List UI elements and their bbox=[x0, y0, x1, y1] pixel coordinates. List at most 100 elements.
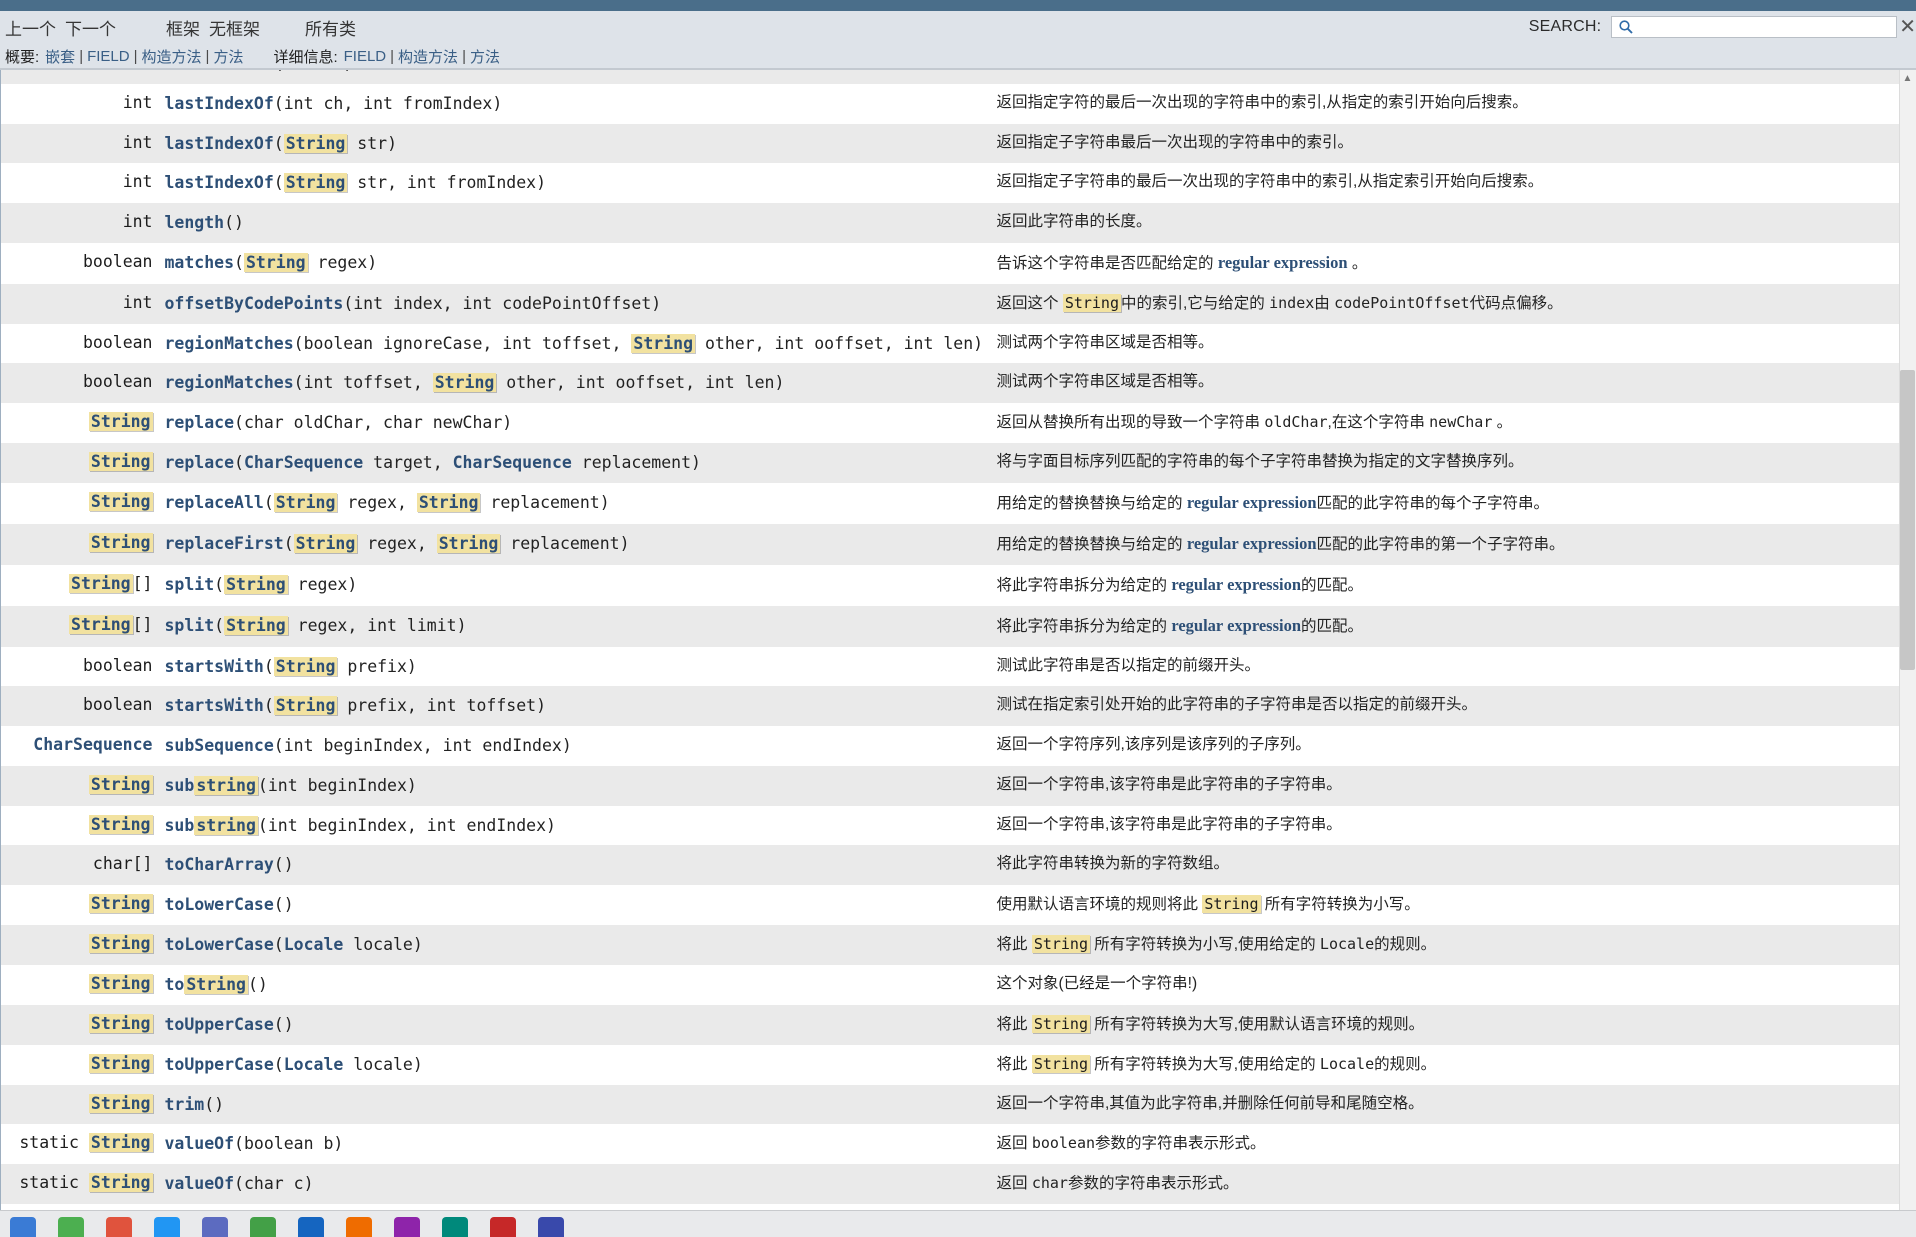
method-signature[interactable]: subSequence(int beginIndex, int endIndex… bbox=[158, 726, 991, 766]
method-signature[interactable]: offsetByCodePoints(int index, int codePo… bbox=[158, 283, 991, 324]
summary-item-constructor[interactable]: 构造方法 bbox=[142, 46, 202, 67]
type-text: boolean bbox=[82, 332, 153, 352]
summary-item-field[interactable]: FIELD bbox=[87, 48, 130, 65]
summary-label: 概要: bbox=[5, 48, 40, 66]
method-summary-viewport: intlastIndexOf(int ch)返回指定字符的最后一次出现的字符串中… bbox=[0, 69, 1916, 1237]
highlighted-type: String bbox=[88, 774, 153, 794]
taskbar-app-icon[interactable] bbox=[250, 1216, 276, 1237]
method-return-type: int bbox=[0, 163, 159, 204]
method-description: 返回指定子字符串最后一次出现的字符串中的索引。 bbox=[990, 123, 1900, 164]
method-description: 将此 String 所有字符转换为大写,使用给定的 Locale的规则。 bbox=[990, 1044, 1900, 1085]
method-signature[interactable]: lastIndexOf(String str, int fromIndex) bbox=[158, 163, 991, 204]
nav-next-link[interactable]: 下一个 bbox=[65, 15, 116, 40]
sig-text: locale) bbox=[343, 935, 423, 955]
taskbar-app-icon[interactable] bbox=[490, 1216, 516, 1237]
detail-item-constructor[interactable]: 构造方法 bbox=[398, 46, 458, 67]
taskbar-app-icon[interactable] bbox=[538, 1216, 564, 1237]
method-signature[interactable]: toLowerCase() bbox=[158, 885, 991, 926]
doc-link[interactable]: regular expression bbox=[1171, 616, 1301, 635]
method-signature[interactable]: startsWith(String prefix) bbox=[158, 646, 991, 687]
method-signature[interactable]: valueOf(char c) bbox=[158, 1164, 991, 1205]
taskbar-app-icon[interactable] bbox=[58, 1216, 84, 1237]
sig-text: locale) bbox=[343, 1054, 423, 1074]
method-signature[interactable]: lastIndexOf(String str) bbox=[158, 123, 991, 164]
navbar-secondary-row: 概要: 嵌套 | FIELD | 构造方法 | 方法 详细信息: FIELD |… bbox=[0, 44, 1916, 69]
inline-code: codePointOffset bbox=[1334, 293, 1470, 312]
taskbar-app-icon[interactable] bbox=[298, 1216, 324, 1237]
method-description: 测试两个字符串区域是否相等。 bbox=[990, 363, 1900, 404]
desc-text: 所有字符转换为小写。 bbox=[1260, 896, 1420, 914]
scrollbar-thumb[interactable] bbox=[1900, 370, 1915, 670]
sig-text: ( bbox=[214, 615, 225, 635]
sig-text: () bbox=[224, 213, 244, 233]
taskbar-app-icon[interactable] bbox=[106, 1216, 132, 1237]
taskbar-app-icon[interactable] bbox=[394, 1216, 420, 1237]
method-signature[interactable]: to String() bbox=[158, 965, 991, 1005]
highlighted-type: String bbox=[88, 1093, 153, 1113]
nav-allclasses-link[interactable]: 所有类 bbox=[305, 15, 356, 40]
sig-text: (char oldChar, char newChar) bbox=[234, 413, 513, 433]
method-signature[interactable]: regionMatches(boolean ignoreCase, int to… bbox=[158, 323, 991, 364]
search-input[interactable] bbox=[1634, 18, 1875, 36]
method-signature[interactable]: regionMatches(int toffset, String other,… bbox=[158, 363, 991, 404]
detail-item-method[interactable]: 方法 bbox=[470, 46, 500, 67]
method-signature[interactable]: replace(CharSequence target, CharSequenc… bbox=[158, 443, 991, 483]
table-row: String[] split(String regex) 将此字符串拆分为给定的 r… bbox=[0, 564, 1900, 606]
summary-item-nested[interactable]: 嵌套 bbox=[45, 46, 75, 67]
method-signature[interactable]: valueOf(boolean b) bbox=[158, 1124, 991, 1165]
nav-frames-link[interactable]: 框架 bbox=[166, 15, 200, 40]
detail-label: 详细信息: bbox=[273, 48, 338, 66]
method-signature[interactable]: lastIndexOf(int ch) bbox=[158, 70, 991, 84]
method-signature[interactable]: sub string (int beginIndex, int endIndex) bbox=[158, 805, 991, 846]
method-signature[interactable]: split(String regex) bbox=[158, 564, 991, 606]
sig-text: ( bbox=[283, 533, 294, 553]
highlighted-term: String bbox=[1031, 1054, 1090, 1073]
method-signature[interactable]: toCharArray() bbox=[158, 845, 991, 886]
method-name: lastIndexOf bbox=[164, 173, 274, 193]
method-signature[interactable]: replaceFirst(String regex, String replac… bbox=[158, 523, 991, 565]
desc-text: 将此 bbox=[996, 1055, 1032, 1073]
method-description: 这个对象(已经是一个字符串!) bbox=[990, 965, 1900, 1005]
taskbar-app-icon[interactable] bbox=[442, 1216, 468, 1237]
method-signature[interactable]: lastIndexOf(int ch, int fromIndex) bbox=[158, 83, 991, 124]
table-row: String[] split(String regex, int limit) 将此… bbox=[0, 605, 1900, 647]
search-box[interactable] bbox=[1611, 16, 1898, 38]
doc-link[interactable]: regular expression bbox=[1187, 534, 1317, 553]
method-return-type: boolean bbox=[0, 646, 159, 687]
method-signature[interactable]: replace(char oldChar, char newChar) bbox=[158, 403, 991, 444]
method-signature[interactable]: matches(String regex) bbox=[158, 242, 991, 284]
summary-item-method[interactable]: 方法 bbox=[213, 46, 243, 67]
method-name: lastIndexOf bbox=[165, 70, 274, 73]
method-signature[interactable]: sub string (int beginIndex) bbox=[158, 765, 991, 806]
sig-text: ( bbox=[263, 656, 274, 676]
nav-prev-link[interactable]: 上一个 bbox=[5, 15, 56, 40]
method-signature[interactable]: trim() bbox=[158, 1084, 991, 1125]
method-signature[interactable]: toLowerCase(Locale locale) bbox=[158, 925, 991, 966]
vertical-scrollbar[interactable]: ▲ ▼ bbox=[1899, 70, 1916, 1237]
taskbar-app-icon[interactable] bbox=[202, 1216, 228, 1237]
method-return-type: String[] bbox=[0, 564, 159, 606]
highlighted-type: String bbox=[436, 533, 501, 553]
doc-link[interactable]: regular expression bbox=[1187, 493, 1317, 512]
table-row: int lastIndexOf(String str) 返回指定子字符串最后一次出现… bbox=[0, 123, 1900, 164]
scroll-up-arrow-icon[interactable]: ▲ bbox=[1901, 72, 1914, 85]
method-signature[interactable]: replaceAll(String regex, String replacem… bbox=[158, 482, 991, 524]
doc-link[interactable]: regular expression bbox=[1171, 575, 1301, 594]
search-area: SEARCH: ✕ bbox=[1529, 16, 1916, 38]
taskbar-app-icon[interactable] bbox=[10, 1216, 36, 1237]
detail-item-field[interactable]: FIELD bbox=[344, 48, 387, 65]
method-signature[interactable]: length() bbox=[158, 203, 991, 243]
method-name: sub bbox=[164, 815, 195, 835]
method-signature[interactable]: startsWith(String prefix, int toffset) bbox=[158, 686, 991, 727]
doc-link[interactable]: regular expression bbox=[1218, 253, 1348, 272]
method-signature[interactable]: split(String regex, int limit) bbox=[158, 605, 991, 647]
taskbar-app-icon[interactable] bbox=[154, 1216, 180, 1237]
search-close-icon[interactable]: ✕ bbox=[1899, 17, 1916, 37]
method-name: replace bbox=[164, 453, 235, 473]
sig-text: ( bbox=[234, 252, 244, 272]
taskbar-app-icon[interactable] bbox=[346, 1216, 372, 1237]
method-signature[interactable]: toUpperCase() bbox=[158, 1004, 991, 1045]
desc-text: 所有字符转换为大写,使用默认语言环境的规则。 bbox=[1090, 1015, 1425, 1033]
nav-noframes-link[interactable]: 无框架 bbox=[209, 15, 260, 40]
method-signature[interactable]: toUpperCase(Locale locale) bbox=[158, 1044, 991, 1085]
